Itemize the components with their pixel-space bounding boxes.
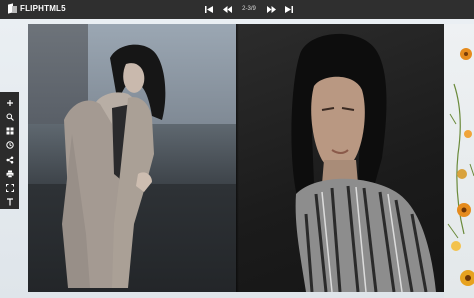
- next-page-icon: [266, 6, 276, 13]
- model-photo-left: [62, 44, 166, 289]
- page-indicator[interactable]: 2-3/9: [236, 4, 262, 15]
- book-page-right[interactable]: [236, 24, 444, 292]
- flower-decoration-icon: [447, 48, 474, 286]
- prev-page-icon: [222, 6, 232, 13]
- share-button[interactable]: [0, 153, 19, 166]
- print-icon: [6, 170, 13, 178]
- clock-icon: [5, 141, 14, 150]
- fullscreen-button[interactable]: [0, 182, 19, 195]
- thumbnails-button[interactable]: [0, 125, 19, 138]
- book-page-left[interactable]: [28, 24, 236, 292]
- text-icon: [6, 198, 13, 206]
- next-page-button[interactable]: [262, 2, 280, 17]
- side-toolbar: [0, 92, 19, 209]
- brand-logo[interactable]: FLIPHTML5: [8, 4, 66, 13]
- plus-icon: [6, 99, 13, 106]
- share-icon: [6, 156, 13, 164]
- search-button[interactable]: [0, 110, 19, 123]
- top-bar: FLIPHTML5 2-3/9: [0, 0, 474, 19]
- brand-name: FLIPHTML5: [20, 4, 66, 13]
- first-page-button[interactable]: [200, 2, 218, 17]
- decorative-flowers: [444, 24, 474, 298]
- search-icon: [6, 113, 14, 121]
- print-button[interactable]: [0, 167, 19, 180]
- fullscreen-icon: [5, 184, 14, 193]
- prev-page-button[interactable]: [218, 2, 236, 17]
- grid-icon: [6, 127, 13, 135]
- autoflip-button[interactable]: [0, 139, 19, 152]
- text-button[interactable]: [0, 196, 19, 209]
- last-page-button[interactable]: [280, 2, 298, 17]
- zoom-in-button[interactable]: [0, 96, 19, 109]
- last-page-icon: [285, 6, 293, 13]
- model-photo-right: [291, 33, 436, 292]
- logo-icon: [8, 4, 17, 13]
- first-page-icon: [205, 6, 213, 13]
- page-navigation: 2-3/9: [200, 2, 298, 17]
- book-spine: [236, 24, 239, 292]
